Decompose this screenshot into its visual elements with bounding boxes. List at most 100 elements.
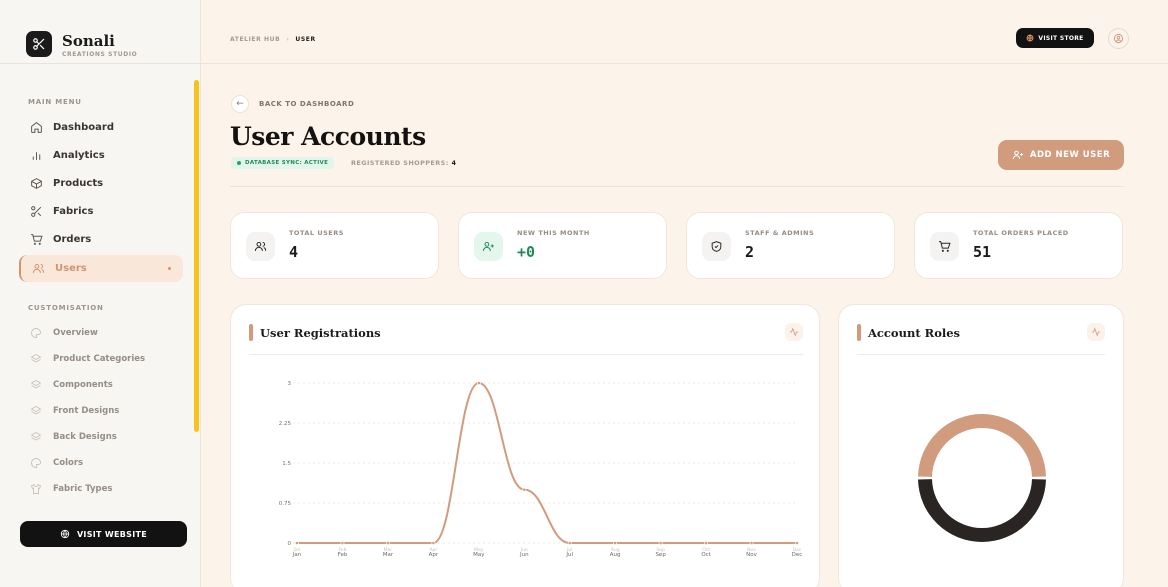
user-circle-icon <box>1113 33 1124 44</box>
data-point <box>295 541 299 545</box>
customisation-label: CUSTOMISATION <box>28 304 104 312</box>
x-tick-label: Aug <box>610 552 621 558</box>
stat-label: STAFF & ADMINS <box>745 229 815 237</box>
page-title: User Accounts <box>230 122 426 151</box>
y-tick-label: 2.25 <box>279 421 292 427</box>
layers-icon <box>29 378 43 392</box>
sidebar-item-label: Overview <box>53 327 98 338</box>
data-point <box>476 381 481 385</box>
cart-icon <box>29 233 43 247</box>
sidebar-item-back-designs[interactable]: Back Designs <box>19 423 183 450</box>
account-roles-card: Account Roles <box>838 304 1124 587</box>
visit-store-label: VISIT STORE <box>1038 34 1084 42</box>
series-line <box>296 381 797 544</box>
scissors-icon[interactable] <box>26 31 52 57</box>
sidebar-item-product-categories[interactable]: Product Categories <box>19 345 183 372</box>
y-tick-label: 0.75 <box>279 501 292 507</box>
data-point <box>704 541 708 545</box>
breadcrumb-root[interactable]: ATELIER HUB <box>230 36 280 43</box>
sync-badge-label: DATABASE SYNC: ACTIVE <box>245 160 329 166</box>
sidebar-item-label: Back Designs <box>53 431 117 442</box>
users-icon <box>31 262 45 276</box>
breadcrumb: ATELIER HUB › USER <box>230 36 316 43</box>
stat-card-total-users: TOTAL USERS 4 <box>230 212 439 279</box>
donut-slice <box>918 414 1046 477</box>
sidebar-item-label: Orders <box>53 234 92 245</box>
database-sync-badge: DATABASE SYNC: ACTIVE <box>231 157 335 169</box>
sidebar-item-label: Users <box>55 263 87 274</box>
cart-icon <box>930 232 959 261</box>
x-tick-label: Mar <box>383 552 394 558</box>
add-new-user-label: ADD NEW USER <box>1029 150 1111 160</box>
x-tick-label: May <box>473 552 485 558</box>
data-point <box>522 487 527 492</box>
layers-icon <box>29 404 43 418</box>
sidebar-item-colors[interactable]: Colors <box>19 449 183 476</box>
add-new-user-button[interactable]: ADD NEW USER <box>998 140 1124 170</box>
globe-icon <box>60 529 70 539</box>
stat-label: TOTAL USERS <box>289 229 344 237</box>
sidebar-scrollbar[interactable] <box>194 80 199 432</box>
scissors-icon <box>29 205 43 219</box>
donut-slice <box>918 479 1046 542</box>
registrations-line-chart: 00.751.52.253JanJanFebFebMarMarAprAprMay… <box>279 381 803 558</box>
topbar: ATELIER HUB › USER VISIT STORE <box>201 0 1168 64</box>
sidebar-item-label: Dashboard <box>53 122 114 133</box>
stat-card-total-orders: TOTAL ORDERS PLACED 51 <box>914 212 1123 279</box>
header-divider <box>230 186 1124 187</box>
layers-icon <box>29 352 43 366</box>
sidebar-item-components[interactable]: Components <box>19 371 183 398</box>
brand-name: Sonali <box>62 32 115 50</box>
x-tick-label: Jul <box>565 552 573 558</box>
active-indicator <box>168 267 171 270</box>
stat-value: +0 <box>517 243 536 261</box>
breadcrumb-separator: › <box>286 36 290 43</box>
data-point <box>749 541 754 545</box>
x-tick-label: Jan <box>292 552 302 558</box>
sidebar-item-orders[interactable]: Orders <box>19 226 183 253</box>
shoppers-label: REGISTERED SHOPPERS: <box>351 159 449 167</box>
data-point <box>386 541 390 545</box>
globe-icon <box>1027 34 1034 42</box>
status-dot <box>237 161 241 165</box>
registered-shoppers: REGISTERED SHOPPERS: 4 <box>351 159 456 167</box>
data-point <box>613 541 618 545</box>
users-icon <box>246 232 275 261</box>
shirt-icon <box>29 482 43 496</box>
sidebar-item-label: Product Categories <box>53 353 146 364</box>
x-tick-label: Apr <box>429 552 439 558</box>
sidebar-item-analytics[interactable]: Analytics <box>19 142 183 169</box>
main-menu-label: MAIN MENU <box>28 98 82 106</box>
x-tick-label: Sep <box>655 552 666 558</box>
home-icon <box>29 121 43 135</box>
sidebar: Sonali CREATIONS STUDIO MAIN MENU Dashbo… <box>0 0 201 587</box>
arrow-left-icon: ← <box>236 99 244 109</box>
sidebar-item-products[interactable]: Products <box>19 170 183 197</box>
brand-subtitle: CREATIONS STUDIO <box>62 51 138 58</box>
shoppers-count: 4 <box>451 159 457 167</box>
stat-value: 2 <box>745 243 755 261</box>
sidebar-item-front-designs[interactable]: Front Designs <box>19 397 183 424</box>
sidebar-item-fabric-types[interactable]: Fabric Types <box>19 475 183 502</box>
x-tick-label: Jun <box>519 552 529 558</box>
back-button[interactable]: ← <box>231 95 249 113</box>
sidebar-item-overview[interactable]: Overview <box>19 319 183 346</box>
sidebar-item-fabrics[interactable]: Fabrics <box>19 198 183 225</box>
sidebar-item-users[interactable]: Users <box>19 255 183 282</box>
layers-icon <box>29 430 43 444</box>
sidebar-item-label: Fabric Types <box>53 483 113 494</box>
data-point <box>567 541 572 545</box>
visit-store-button[interactable]: VISIT STORE <box>1016 28 1094 48</box>
y-tick-label: 0 <box>288 541 292 547</box>
sidebar-item-label: Analytics <box>53 150 105 161</box>
x-tick-label: Dec <box>792 552 803 558</box>
back-to-dashboard-link[interactable]: BACK TO DASHBOARD <box>259 100 354 108</box>
x-tick-label: Feb <box>338 552 348 558</box>
profile-button[interactable] <box>1108 28 1129 49</box>
visit-website-label: VISIT WEBSITE <box>76 529 148 539</box>
shield-icon <box>702 232 731 261</box>
sidebar-item-label: Components <box>53 379 113 390</box>
x-tick-label: Oct <box>701 552 711 558</box>
sidebar-item-dashboard[interactable]: Dashboard <box>19 114 183 141</box>
visit-website-button[interactable]: VISIT WEBSITE <box>20 521 187 547</box>
